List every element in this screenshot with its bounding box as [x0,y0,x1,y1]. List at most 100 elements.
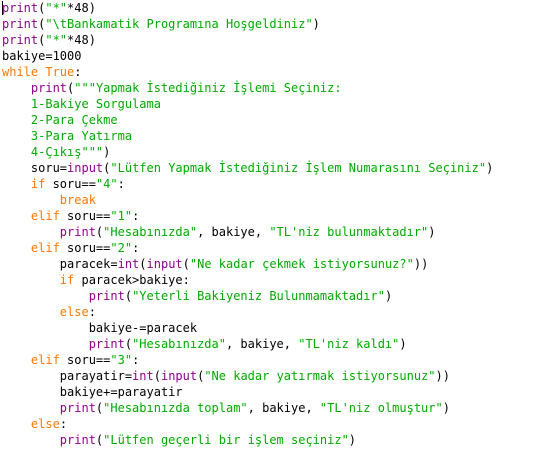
code-token: *48) [67,1,96,15]
code-token: ) [312,17,320,31]
code-token: soru== [45,177,96,191]
code-token: )) [413,257,429,271]
code-token: while [2,65,39,79]
code-line: if soru=="4": [2,176,125,192]
code-token: ) [103,145,111,159]
code-line: print("*"*48) [2,32,96,48]
code-line: bakiye=1000 [2,48,81,64]
code-line: print("Hesabınızda toplam", bakiye, "TL'… [2,400,450,416]
code-token: print [88,337,125,351]
code-token: print [59,401,96,415]
code-token: "Lütfen Yapmak İstediğiniz İşlem Numaras… [110,161,487,175]
code-token: "TL'niz olmuştur" [319,401,443,415]
code-line: while True: [2,64,82,80]
code-token: "TL'niz bulunmaktadır" [269,225,429,239]
code-line: break [2,192,96,208]
code-token: "Ne kadar yatırmak istiyorsunuz" [204,369,436,383]
code-token: "TL'niz kaldı" [298,337,400,351]
code-token: parayatir= [2,369,133,383]
code-token: if [30,177,46,191]
code-token: , bakiye, [225,337,299,351]
code-token: if [59,273,75,287]
code-token: "Hesabınızda" [103,225,198,239]
code-line: 1-Bakiye Sorgulama [2,96,161,112]
code-token: soru== [59,241,111,255]
code-token: input [67,161,104,175]
code-editor[interactable]: print("*"*48) print("\tBankamatik Program… [0,0,554,450]
code-token: "Ne kadar çekmek istiyorsunuz?" [189,257,414,271]
code-token: "1" [110,209,133,223]
code-token: , bakiye, [247,401,320,415]
code-line: soru=input("Lütfen Yapmak İstediğiniz İş… [2,160,493,176]
code-line: print("Lütfen geçerli bir işlem seçiniz"… [2,432,356,448]
code-line: print("Hesabınızda", bakiye, "TL'niz kal… [2,336,407,352]
code-token: "\tBankamatik Programına Hoşgeldiniz" [45,17,313,31]
code-token: "Yeterli Bakiyeniz Bulunmamaktadır" [132,289,385,303]
code-token: : [59,417,68,431]
code-line: else: [2,416,67,432]
code-token: soru== [59,353,111,367]
code-token: 1-Bakiye Sorgulama [2,97,161,111]
code-line: print("""Yapmak İstediğiniz İşlemi Seçin… [2,80,342,96]
code-token: print [2,1,39,15]
code-token: paracek= [2,257,118,271]
code-line: else: [2,304,96,320]
code-token: : [88,305,96,319]
code-token: print [59,225,96,239]
code-line: print("*"*48) [2,0,96,16]
code-token: : [132,241,140,255]
code-token: "*" [45,33,68,47]
code-token: int [132,369,154,383]
code-token: "Hesabınızda" [132,337,226,351]
code-line: if paracek>bakiye: [2,272,190,288]
code-token: print [2,17,39,31]
code-line: bakiye+=parayatir [2,384,183,400]
code-token: ) [428,225,436,239]
code-token: )) [435,369,450,383]
code-token: input [160,369,198,383]
code-token: bakiye=1000 [2,49,82,63]
code-token: print [30,81,68,95]
code-token: True [45,65,75,79]
code-line: print("Yeterli Bakiyeniz Bulunmamaktadır… [2,288,392,304]
code-token: break [59,193,96,207]
code-token: print [2,33,39,47]
code-token: elif [30,353,60,367]
code-token: ( [124,337,133,351]
code-token: bakiye+=parayatir [2,385,183,399]
code-line: elif soru=="2": [2,240,139,256]
code-token: int [117,257,140,271]
code-token: "4" [95,177,118,191]
code-token: else [59,305,89,319]
code-token: ) [348,433,357,447]
code-token: , bakiye, [197,225,270,239]
code-token: "*" [45,1,68,15]
code-token: """Yapmak İstediğiniz İşlemi Seçiniz: [74,81,342,95]
code-token: ) [486,161,494,175]
code-token: ( [153,369,161,383]
code-token: ( [124,289,133,303]
code-line: 2-Para Çekme [2,112,118,128]
code-token: : [132,353,140,367]
code-token: 3-Para Yatırma [2,129,133,143]
code-token: ) [384,289,393,303]
code-token: "2" [110,241,133,255]
code-line: print("\tBankamatik Programına Hoşgeldin… [2,16,320,32]
code-token: print [88,289,125,303]
code-line: parayatir=int(input("Ne kadar yatırmak i… [2,368,450,384]
code-token: *48) [67,33,96,47]
code-line: print("Hesabınızda", bakiye, "TL'niz bul… [2,224,436,240]
